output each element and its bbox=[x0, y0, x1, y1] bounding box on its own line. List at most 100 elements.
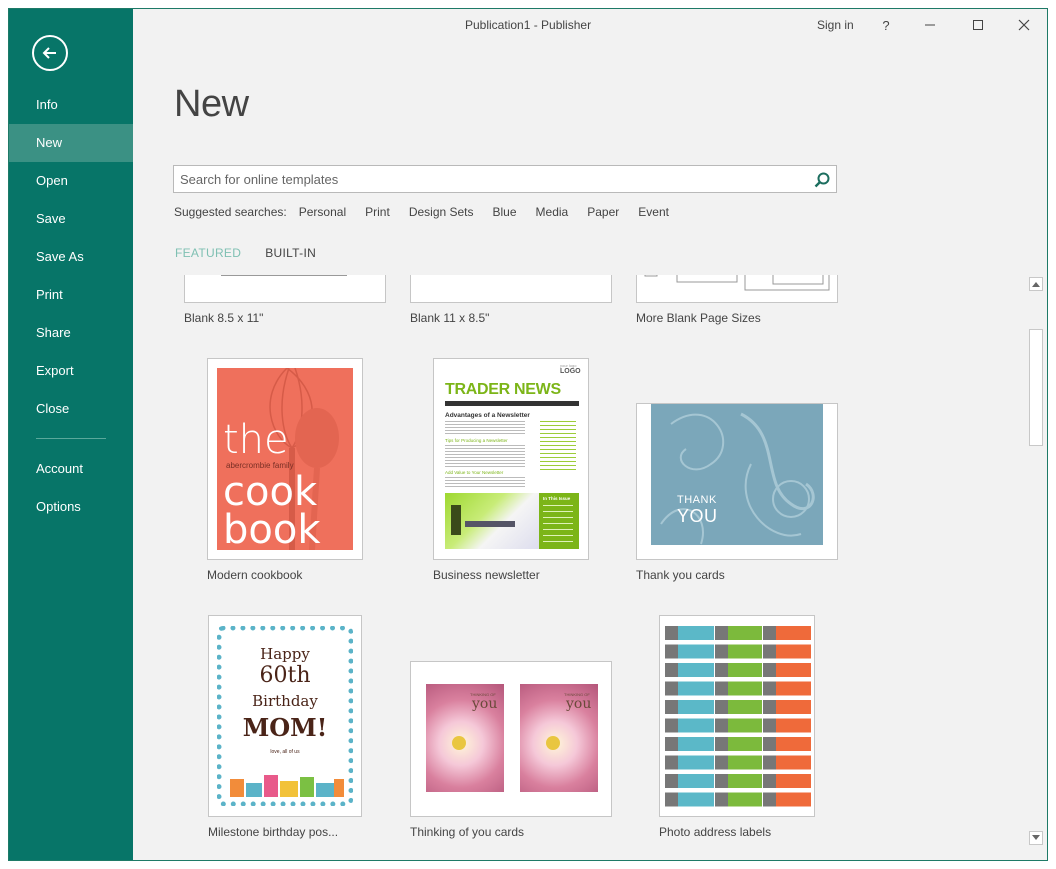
gift-boxes-icon bbox=[230, 775, 344, 797]
suggested-link-media[interactable]: Media bbox=[536, 205, 569, 219]
flower-center bbox=[452, 736, 466, 750]
thank-you-card: THANK YOU bbox=[651, 404, 823, 545]
template-search-box bbox=[173, 165, 837, 193]
photo-desk bbox=[465, 521, 515, 527]
thank-you-line-1: THANK bbox=[677, 494, 717, 506]
template-milestone-birthday-poster[interactable]: Happy 60th Birthday MOM! love, all of us bbox=[208, 615, 362, 817]
page-sizes-icon bbox=[644, 275, 830, 291]
newsletter-text-lines bbox=[445, 477, 525, 489]
newsletter-photo bbox=[445, 493, 539, 549]
thinking-card-right: THINKING OF you bbox=[520, 684, 598, 792]
maximize-button[interactable] bbox=[964, 15, 992, 35]
sidebar-item-new[interactable]: New bbox=[9, 124, 133, 162]
birthday-signature: love, all of us bbox=[270, 749, 300, 755]
sidebar-item-open[interactable]: Open bbox=[9, 162, 133, 200]
template-search-input[interactable] bbox=[174, 166, 804, 192]
sidebar-item-share[interactable]: Share bbox=[9, 314, 133, 352]
template-tabs: FEATURED BUILT-IN bbox=[175, 246, 340, 260]
chevron-down-icon bbox=[1032, 835, 1040, 840]
template-modern-cookbook[interactable]: the abercrombie family cook book bbox=[207, 358, 363, 560]
newsletter-inbox-title: In This Issue bbox=[543, 496, 571, 501]
template-photo-address-labels[interactable] bbox=[659, 615, 815, 817]
thinking-big-text: you bbox=[472, 696, 498, 712]
template-caption: Thank you cards bbox=[636, 568, 725, 582]
minimize-button[interactable] bbox=[916, 15, 944, 35]
newsletter-subhead-2: Add Value to Your Newsletter bbox=[445, 470, 504, 475]
suggested-link-blue[interactable]: Blue bbox=[493, 205, 517, 219]
template-thank-you-cards[interactable]: THANK YOU bbox=[636, 403, 838, 560]
cookbook-title-cook: cook bbox=[223, 469, 318, 515]
tab-featured[interactable]: FEATURED bbox=[175, 246, 241, 260]
newsletter-inbox-lines bbox=[543, 505, 573, 545]
template-caption: Milestone birthday pos... bbox=[208, 825, 339, 839]
newsletter-text-lines bbox=[445, 421, 525, 435]
suggested-link-design-sets[interactable]: Design Sets bbox=[409, 205, 474, 219]
sidebar-item-account[interactable]: Account bbox=[9, 450, 133, 488]
suggested-link-paper[interactable]: Paper bbox=[587, 205, 619, 219]
search-icon[interactable] bbox=[813, 171, 831, 189]
backstage-sidebar: Info New Open Save Save As Print Share E… bbox=[9, 9, 133, 860]
thank-you-line-2: YOU bbox=[677, 506, 718, 526]
template-gallery: Blank 8.5 x 11" Blank 11 x 8.5" More Bla… bbox=[133, 275, 1027, 860]
sidebar-item-print[interactable]: Print bbox=[9, 276, 133, 314]
template-more-blank-sizes[interactable] bbox=[636, 275, 838, 303]
sidebar-item-export[interactable]: Export bbox=[9, 352, 133, 390]
newsletter-logo: LOGO bbox=[560, 368, 581, 375]
title-bar: Publication1 - Publisher Sign in ? bbox=[133, 9, 1047, 41]
close-window-button[interactable] bbox=[1010, 15, 1038, 35]
scrollbar-thumb[interactable] bbox=[1029, 329, 1043, 446]
gallery-scrollbar[interactable] bbox=[1027, 275, 1045, 859]
sidebar-divider bbox=[36, 438, 106, 439]
scroll-up-button[interactable] bbox=[1029, 277, 1043, 291]
template-caption: Blank 11 x 8.5" bbox=[410, 311, 490, 325]
newsletter-quote-lines bbox=[540, 421, 576, 471]
template-caption: Thinking of you cards bbox=[410, 825, 525, 839]
newsletter-subhead-1: Tips for Producing a Newsletter bbox=[445, 438, 508, 443]
template-business-newsletter[interactable]: your logo LOGO TRADER NEWS Advantages of… bbox=[433, 358, 589, 560]
newsletter-masthead: TRADER NEWS bbox=[445, 381, 561, 398]
template-caption: Modern cookbook bbox=[207, 568, 303, 582]
template-blank-portrait[interactable] bbox=[184, 275, 386, 303]
suggested-link-personal[interactable]: Personal bbox=[299, 205, 346, 219]
page-title: New bbox=[174, 83, 249, 125]
back-button[interactable] bbox=[32, 35, 68, 71]
thinking-big-text: you bbox=[566, 696, 592, 712]
newsletter-headline: Advantages of a Newsletter bbox=[445, 412, 530, 419]
suggested-link-event[interactable]: Event bbox=[638, 205, 669, 219]
sidebar-item-save[interactable]: Save bbox=[9, 200, 133, 238]
publisher-window: Info New Open Save Save As Print Share E… bbox=[8, 8, 1048, 861]
template-caption: Blank 8.5 x 11" bbox=[184, 311, 264, 325]
newsletter-text-lines bbox=[445, 445, 525, 469]
cookbook-cover: the abercrombie family cook book bbox=[217, 368, 353, 550]
birthday-line-60th: 60th bbox=[259, 663, 311, 688]
birthday-poster-border: Happy 60th Birthday MOM! love, all of us bbox=[217, 626, 353, 806]
chevron-up-icon bbox=[1032, 282, 1040, 287]
sidebar-item-close[interactable]: Close bbox=[9, 390, 133, 428]
blank-page-edge bbox=[221, 275, 347, 276]
template-caption: More Blank Page Sizes bbox=[636, 311, 761, 325]
tab-built-in[interactable]: BUILT-IN bbox=[265, 246, 316, 260]
birthday-line-birthday: Birthday bbox=[252, 692, 318, 710]
sidebar-item-options[interactable]: Options bbox=[9, 488, 133, 526]
help-button[interactable]: ? bbox=[872, 15, 900, 35]
minimize-icon bbox=[925, 24, 935, 26]
suggested-link-print[interactable]: Print bbox=[365, 205, 390, 219]
sign-in-link[interactable]: Sign in bbox=[817, 18, 854, 32]
newsletter-rule bbox=[445, 401, 579, 406]
cookbook-title-the: the bbox=[223, 417, 289, 463]
template-blank-landscape[interactable] bbox=[410, 275, 612, 303]
sidebar-item-save-as[interactable]: Save As bbox=[9, 238, 133, 276]
cookbook-title-book: book bbox=[223, 507, 321, 550]
window-title: Publication1 - Publisher bbox=[465, 18, 592, 32]
flower-center bbox=[546, 736, 560, 750]
birthday-line-happy: Happy bbox=[260, 645, 310, 663]
maximize-icon bbox=[973, 20, 983, 30]
scroll-down-button[interactable] bbox=[1029, 831, 1043, 845]
sidebar-item-info[interactable]: Info bbox=[9, 86, 133, 124]
birthday-line-mom: MOM! bbox=[242, 713, 328, 742]
back-arrow-icon bbox=[42, 47, 56, 59]
template-caption: Photo address labels bbox=[659, 825, 772, 839]
thinking-card-left: THINKING OF you bbox=[426, 684, 504, 792]
template-thinking-of-you-cards[interactable]: THINKING OF you THINKING OF you bbox=[410, 661, 612, 817]
address-labels-sheet bbox=[665, 626, 811, 811]
